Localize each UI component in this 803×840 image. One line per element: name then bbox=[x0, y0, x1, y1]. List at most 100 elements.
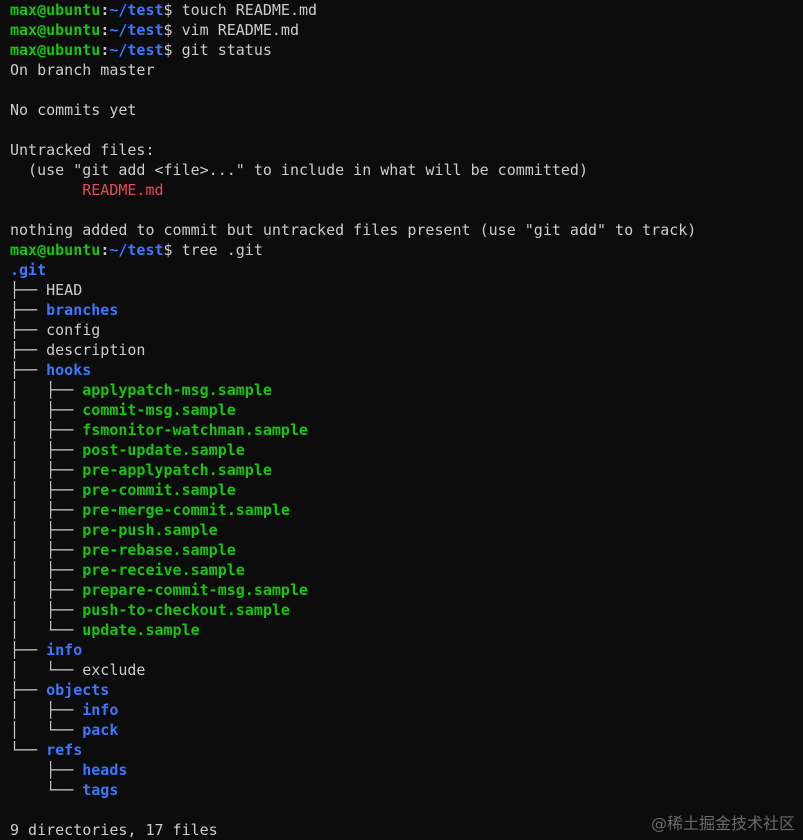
prompt-separator: : bbox=[100, 21, 110, 39]
terminal-window[interactable]: max@ubuntu:~/test$ touch README.md max@ub… bbox=[0, 0, 803, 840]
prompt-line: max@ubuntu:~/test$ tree .git bbox=[10, 240, 803, 260]
file-name: update.sample bbox=[82, 621, 200, 639]
file-name: HEAD bbox=[46, 281, 83, 299]
tree-entry: │ ├── commit-msg.sample bbox=[10, 400, 803, 420]
prompt-path: ~/test bbox=[109, 41, 164, 59]
tree-entry: ├── info bbox=[10, 640, 803, 660]
tree-branch-glyph: │ └── bbox=[10, 621, 83, 639]
directory-name: info bbox=[82, 701, 119, 719]
file-name: post-update.sample bbox=[82, 441, 245, 459]
tree-entry: │ ├── fsmonitor-watchman.sample bbox=[10, 420, 803, 440]
tree-branch-glyph: ├── bbox=[10, 361, 47, 379]
directory-name: heads bbox=[82, 761, 128, 779]
tree-branch-glyph: │ ├── bbox=[10, 381, 83, 399]
terminal-output: max@ubuntu:~/test$ touch README.md max@ub… bbox=[10, 0, 803, 840]
tree-branch-glyph: │ ├── bbox=[10, 701, 83, 719]
file-name: pre-commit.sample bbox=[82, 481, 236, 499]
tree-branch-glyph: └── bbox=[10, 741, 47, 759]
output-line: nothing added to commit but untracked fi… bbox=[10, 220, 803, 240]
prompt-user: max@ubuntu bbox=[10, 41, 101, 59]
tree-entry: ├── branches bbox=[10, 300, 803, 320]
file-name: pre-rebase.sample bbox=[82, 541, 236, 559]
command-text: tree .git bbox=[172, 241, 263, 259]
tree-branch-glyph: ├── bbox=[10, 761, 83, 779]
tree-entry: ├── config bbox=[10, 320, 803, 340]
directory-name: objects bbox=[46, 681, 110, 699]
prompt-separator: : bbox=[100, 41, 110, 59]
tree-branch-glyph: │ ├── bbox=[10, 501, 83, 519]
tree-entry: │ ├── prepare-commit-msg.sample bbox=[10, 580, 803, 600]
file-name: push-to-checkout.sample bbox=[82, 601, 290, 619]
tree-entry: ├── HEAD bbox=[10, 280, 803, 300]
directory-name: branches bbox=[46, 301, 119, 319]
output-line: Untracked files: bbox=[10, 140, 803, 160]
output-line: README.md bbox=[10, 180, 803, 200]
prompt-symbol: $ bbox=[163, 21, 173, 39]
file-name: config bbox=[46, 321, 101, 339]
tree-entry: │ ├── pre-receive.sample bbox=[10, 560, 803, 580]
prompt-symbol: $ bbox=[163, 1, 173, 19]
prompt-separator: : bbox=[100, 1, 110, 19]
directory-name: tags bbox=[82, 781, 119, 799]
tree-entry: │ ├── post-update.sample bbox=[10, 440, 803, 460]
output-text: No commits yet bbox=[10, 101, 137, 119]
directory-name: hooks bbox=[46, 361, 92, 379]
tree-branch-glyph: │ ├── bbox=[10, 481, 83, 499]
tree-branch-glyph: ├── bbox=[10, 641, 47, 659]
tree-branch-glyph: │ ├── bbox=[10, 401, 83, 419]
tree-branch-glyph: ├── bbox=[10, 281, 47, 299]
output-text: Untracked files: bbox=[10, 141, 155, 159]
tree-entry: │ ├── pre-rebase.sample bbox=[10, 540, 803, 560]
directory-name: .git bbox=[10, 261, 47, 279]
prompt-separator: : bbox=[100, 241, 110, 259]
prompt-path: ~/test bbox=[109, 21, 164, 39]
prompt-path: ~/test bbox=[109, 1, 164, 19]
output-text: nothing added to commit but untracked fi… bbox=[10, 221, 697, 239]
tree-entry: │ └── pack bbox=[10, 720, 803, 740]
tree-entry: │ ├── info bbox=[10, 700, 803, 720]
prompt-user: max@ubuntu bbox=[10, 241, 101, 259]
output-line: (use "git add <file>..." to include in w… bbox=[10, 160, 803, 180]
tree-entry: ├── heads bbox=[10, 760, 803, 780]
tree-entry: ├── description bbox=[10, 340, 803, 360]
prompt-line: max@ubuntu:~/test$ touch README.md bbox=[10, 0, 803, 20]
tree-branch-glyph: │ ├── bbox=[10, 601, 83, 619]
file-name: pre-merge-commit.sample bbox=[82, 501, 290, 519]
file-name: pre-receive.sample bbox=[82, 561, 245, 579]
tree-branch-glyph: │ ├── bbox=[10, 421, 83, 439]
prompt-symbol: $ bbox=[163, 41, 173, 59]
file-name: pre-applypatch.sample bbox=[82, 461, 272, 479]
tree-branch-glyph: │ ├── bbox=[10, 441, 83, 459]
tree-branch-glyph: │ ├── bbox=[10, 461, 83, 479]
prompt-line: max@ubuntu:~/test$ vim README.md bbox=[10, 20, 803, 40]
tree-branch-glyph: │ ├── bbox=[10, 581, 83, 599]
directory-name: refs bbox=[46, 741, 83, 759]
file-name: pre-push.sample bbox=[82, 521, 218, 539]
tree-branch-glyph: ├── bbox=[10, 301, 47, 319]
output-text: (use "git add <file>..." to include in w… bbox=[10, 161, 588, 179]
prompt-user: max@ubuntu bbox=[10, 21, 101, 39]
directory-name: info bbox=[46, 641, 83, 659]
watermark: @稀土掘金技术社区 bbox=[650, 814, 795, 833]
file-name: exclude bbox=[82, 661, 146, 679]
command-text: touch README.md bbox=[172, 1, 318, 19]
file-name: fsmonitor-watchman.sample bbox=[82, 421, 309, 439]
tree-entry: .git bbox=[10, 260, 803, 280]
tree-entry: ├── hooks bbox=[10, 360, 803, 380]
tree-entry: │ └── update.sample bbox=[10, 620, 803, 640]
tree-entry: │ ├── pre-merge-commit.sample bbox=[10, 500, 803, 520]
tree-branch-glyph: │ ├── bbox=[10, 541, 83, 559]
prompt-path: ~/test bbox=[109, 241, 164, 259]
output-text: On branch master bbox=[10, 61, 155, 79]
file-name: description bbox=[46, 341, 146, 359]
tree-branch-glyph: └── bbox=[10, 781, 83, 799]
tree-entry: │ ├── applypatch-msg.sample bbox=[10, 380, 803, 400]
output-text: README.md bbox=[10, 181, 164, 199]
file-name: applypatch-msg.sample bbox=[82, 381, 272, 399]
tree-branch-glyph: ├── bbox=[10, 321, 47, 339]
tree-branch-glyph: │ ├── bbox=[10, 521, 83, 539]
tree-branch-glyph: ├── bbox=[10, 341, 47, 359]
